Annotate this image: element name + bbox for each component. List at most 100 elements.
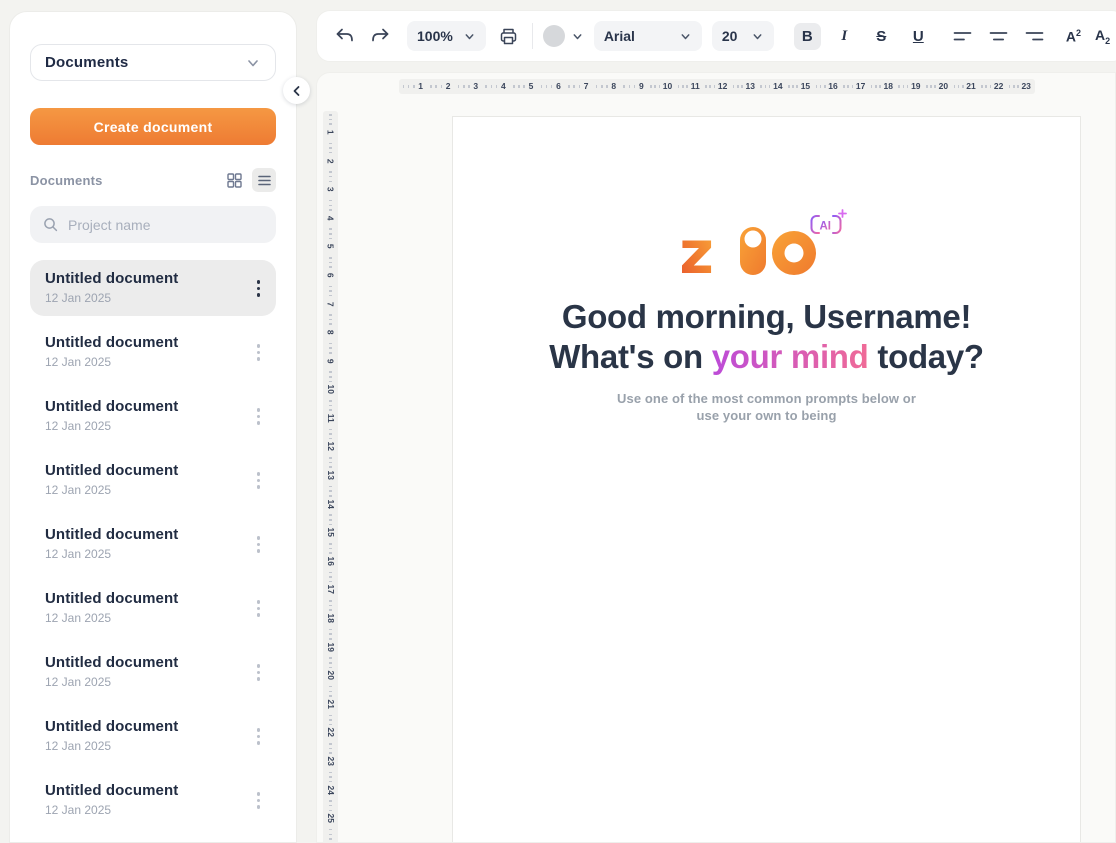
subtitle-line2: use your own to being — [617, 407, 916, 424]
align-center-icon — [989, 30, 1008, 43]
document-page[interactable]: z AI Good morning, Username! What's on — [452, 116, 1081, 843]
document-date: 12 Jan 2025 — [45, 611, 178, 625]
document-date: 12 Jan 2025 — [45, 355, 178, 369]
align-right-icon — [1025, 30, 1044, 43]
font-family-value: Arial — [604, 28, 635, 44]
document-item-text: Untitled document 12 Jan 2025 — [45, 526, 178, 572]
greeting-line1: Good morning, Username! — [549, 297, 984, 337]
toolbar-divider — [532, 23, 533, 49]
subtitle-line1: Use one of the most common prompts below… — [617, 390, 916, 407]
document-title: Untitled document — [45, 782, 178, 799]
document-item-menu-button[interactable] — [253, 530, 265, 559]
chevron-down-icon — [679, 30, 692, 43]
bold-button[interactable]: B — [794, 23, 821, 50]
document-item-text: Untitled document12 Jan 2025 — [45, 718, 178, 764]
undo-icon — [334, 26, 355, 46]
align-left-icon — [953, 30, 972, 43]
document-list-item[interactable]: Untitled document 12 Jan 2025 — [30, 324, 276, 380]
document-type-dropdown-value: Documents — [45, 54, 128, 71]
document-date: 12 Jan 2025 — [45, 803, 178, 817]
document-type-dropdown[interactable]: Documents — [30, 44, 276, 81]
document-list-item[interactable]: Untitled document 12 Jan 2025 — [30, 772, 276, 828]
document-list-item[interactable]: Untitled document12 Jan 2025 — [30, 708, 276, 764]
document-item-text: Untitled document12 Jan 2025 — [45, 590, 178, 636]
document-title: Untitled document — [45, 462, 178, 479]
horizontal-ruler[interactable]: 1234567891011121314151617181920212223 — [399, 79, 1035, 94]
create-document-button[interactable]: Create document — [30, 108, 276, 145]
strikethrough-button[interactable]: S — [868, 23, 895, 50]
subscript-button[interactable]: A2 — [1093, 25, 1112, 48]
document-item-menu-button[interactable] — [253, 722, 265, 751]
document-date: 12 Jan 2025 — [45, 419, 178, 433]
document-item-menu-button[interactable] — [253, 594, 265, 623]
printer-icon — [498, 26, 519, 47]
document-item-menu-button[interactable] — [253, 274, 265, 303]
ai-badge: AI — [811, 210, 846, 233]
document-date: 12 Jan 2025 — [45, 483, 178, 497]
document-title: Untitled document — [45, 526, 178, 543]
search-input[interactable] — [68, 217, 264, 233]
documents-section-label: Documents — [30, 173, 103, 188]
greeting-highlight: your mind — [712, 338, 869, 375]
grid-view-button[interactable] — [222, 168, 246, 192]
document-list-item[interactable]: Untitled document12 Jan 2025 — [30, 580, 276, 636]
search-box[interactable] — [30, 206, 276, 243]
document-title: Untitled document — [45, 654, 178, 671]
document-list-item[interactable]: Untitled document 12 Jan 2025 — [30, 452, 276, 508]
document-date: 12 Jan 2025 — [45, 547, 178, 561]
document-item-text: Untitled document12 Jan 2025 — [45, 270, 178, 316]
font-size-value: 20 — [722, 28, 738, 44]
document-list-item[interactable]: Untitled document12 Jan 2025 — [30, 260, 276, 316]
zio-logo: z AI — [682, 209, 852, 281]
greeting-line2: What's on your mind today? — [549, 337, 984, 377]
chevron-down-icon — [571, 30, 584, 43]
document-list-item[interactable]: Untitled document12 Jan 2025 — [30, 644, 276, 700]
sidebar: Documents Create document Documents Unti… — [9, 11, 297, 843]
font-family-select[interactable]: Arial — [594, 21, 702, 51]
document-list-item[interactable]: Untitled document 12 Jan 2025 — [30, 516, 276, 572]
redo-button[interactable] — [367, 23, 393, 49]
document-title: Untitled document — [45, 334, 178, 351]
italic-button[interactable]: I — [831, 23, 858, 50]
subscript-base: A — [1095, 27, 1105, 43]
zoom-select[interactable]: 100% — [407, 21, 486, 51]
document-item-text: Untitled document12 Jan 2025 — [45, 398, 178, 444]
underline-button[interactable]: U — [905, 23, 932, 50]
document-item-menu-button[interactable] — [253, 338, 265, 367]
vertical-ruler[interactable]: 1234567891011121314151617181920212223242… — [323, 111, 338, 843]
superscript-button[interactable]: A2 — [1064, 26, 1083, 47]
subscript-mark: 2 — [1105, 35, 1110, 45]
align-left-button[interactable] — [950, 23, 976, 49]
document-item-text: Untitled document 12 Jan 2025 — [45, 462, 178, 508]
sidebar-collapse-button[interactable] — [283, 77, 310, 104]
document-item-menu-button[interactable] — [253, 658, 265, 687]
list-view-button[interactable] — [252, 168, 276, 192]
document-list: Untitled document 12 Jan 2025 Untitled doc… — [30, 260, 276, 828]
document-item-menu-button[interactable] — [253, 466, 265, 495]
text-color-picker[interactable] — [543, 25, 584, 47]
chevron-left-icon — [291, 85, 303, 97]
editor-canvas: 1234567891011121314151617181920212223 12… — [316, 72, 1116, 843]
font-size-select[interactable]: 20 — [712, 21, 774, 51]
greeting-line2-suffix: today? — [877, 338, 983, 375]
chevron-down-icon — [463, 30, 476, 43]
list-view-icon — [256, 172, 273, 189]
logo-letter-z: z — [682, 218, 714, 281]
document-list-item[interactable]: Untitled document12 Jan 2025 — [30, 388, 276, 444]
view-toggles — [222, 168, 276, 192]
zoom-value: 100% — [417, 28, 453, 44]
document-item-menu-button[interactable] — [253, 402, 265, 431]
ai-badge-label: AI — [819, 221, 831, 233]
undo-button[interactable] — [331, 23, 357, 49]
document-item-menu-button[interactable] — [253, 786, 265, 815]
align-center-button[interactable] — [986, 23, 1012, 49]
search-icon — [42, 216, 59, 233]
print-button[interactable] — [496, 23, 522, 49]
text-color-swatch — [543, 25, 565, 47]
document-date: 12 Jan 2025 — [45, 739, 178, 753]
align-right-button[interactable] — [1022, 23, 1048, 49]
superscript-mark: 2 — [1076, 28, 1081, 38]
grid-view-icon — [226, 172, 243, 189]
greeting-line2-prefix: What's on — [549, 338, 703, 375]
redo-icon — [370, 26, 391, 46]
